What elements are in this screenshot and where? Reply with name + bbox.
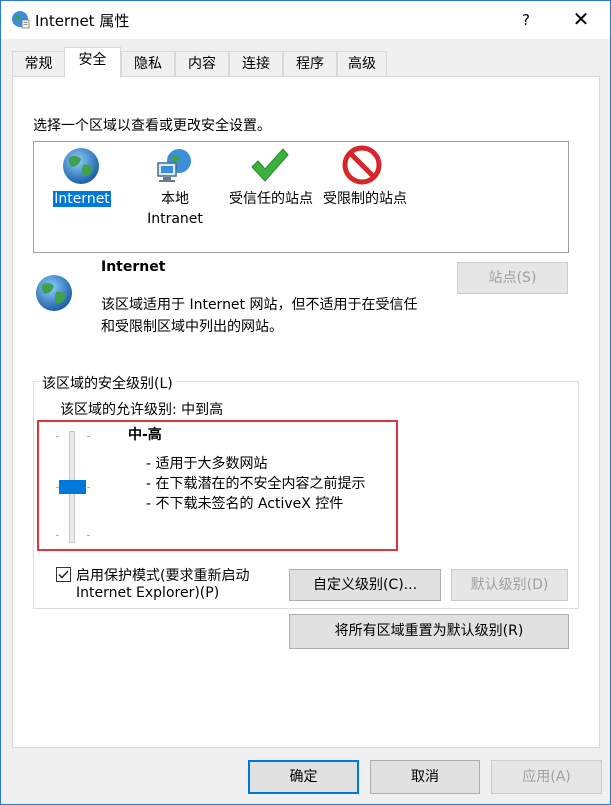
globe-icon — [63, 148, 99, 184]
slider-tick — [87, 535, 90, 536]
default-level-button[interactable]: 默认级别(D) — [451, 569, 568, 601]
tab-programs[interactable]: 程序 — [283, 51, 337, 77]
internet-options-icon — [12, 11, 30, 29]
custom-level-button[interactable]: 自定义级别(C)... — [289, 569, 441, 601]
globe-icon — [36, 275, 72, 311]
level-bullet: - 适用于大多数网站 — [146, 456, 268, 472]
checkmark-icon — [58, 570, 69, 579]
restricted-icon — [342, 145, 382, 185]
selected-zone-title: Internet — [101, 259, 166, 275]
slider-tick — [87, 436, 90, 437]
zone-internet-label[interactable]: Internet — [49, 189, 115, 209]
zone-description-line1: 该区域适用于 Internet 网站，但不适用于在受信任 — [101, 297, 418, 313]
tab-content[interactable]: 内容 — [175, 51, 229, 77]
tab-privacy[interactable]: 隐私 — [121, 51, 175, 77]
cancel-button[interactable]: 取消 — [370, 760, 480, 794]
zone-instruction: 选择一个区域以查看或更改安全设置。 — [33, 118, 271, 134]
zone-internet[interactable] — [61, 146, 101, 186]
window-title: Internet 属性 — [35, 12, 130, 30]
level-bullet: - 不下载未签名的 ActiveX 控件 — [146, 496, 344, 512]
apply-button[interactable]: 应用(A) — [491, 760, 602, 794]
slider-tick — [87, 487, 90, 488]
zone-intranet-label-line2[interactable]: Intranet — [141, 209, 209, 229]
tab-connections[interactable]: 连接 — [229, 51, 283, 77]
security-level-group-title: 该区域的安全级别(L) — [39, 373, 176, 393]
sites-button[interactable]: 站点(S) — [457, 262, 568, 294]
zone-restricted[interactable] — [342, 145, 382, 185]
tab-general[interactable]: 常规 — [12, 51, 65, 77]
protected-mode-label-line2[interactable]: Internet Explorer)(P) — [76, 585, 219, 601]
help-button[interactable]: ? — [504, 1, 548, 39]
checkmark-icon — [251, 148, 289, 182]
allowed-levels-text: 该区域的允许级别: 中到高 — [60, 402, 224, 418]
zone-intranet-label-line1[interactable]: 本地 — [151, 189, 199, 209]
protected-mode-label-line1[interactable]: 启用保护模式(要求重新启动 — [76, 565, 249, 585]
slider-tick — [56, 535, 59, 536]
title-bar: Internet 属性 ? ✕ — [1, 1, 610, 39]
security-level-name: 中-高 — [128, 427, 162, 443]
zone-trusted-label[interactable]: 受信任的站点 — [223, 189, 319, 209]
protected-mode-checkbox[interactable] — [56, 567, 71, 582]
level-bullet: - 在下载潜在的不安全内容之前提示 — [146, 476, 366, 492]
slider-tick — [56, 436, 59, 437]
zone-description-line2: 和受限制区域中列出的网站。 — [101, 319, 283, 335]
internet-properties-dialog: Internet 属性 ? ✕ 常规 安全 隐私 内容 连接 程序 高级 选择一… — [0, 0, 611, 805]
close-button[interactable]: ✕ — [553, 1, 609, 39]
reset-all-zones-button[interactable]: 将所有区域重置为默认级别(R) — [289, 614, 569, 649]
zone-restricted-label[interactable]: 受限制的站点 — [317, 189, 413, 209]
tab-security[interactable]: 安全 — [64, 47, 121, 78]
zone-intranet[interactable] — [155, 147, 195, 187]
selected-zone-icon — [34, 273, 74, 313]
ok-button[interactable]: 确定 — [248, 760, 359, 794]
security-level-slider-thumb[interactable] — [59, 480, 86, 494]
zone-trusted[interactable] — [249, 145, 289, 185]
intranet-icon — [157, 149, 191, 182]
tab-advanced[interactable]: 高级 — [337, 51, 387, 77]
